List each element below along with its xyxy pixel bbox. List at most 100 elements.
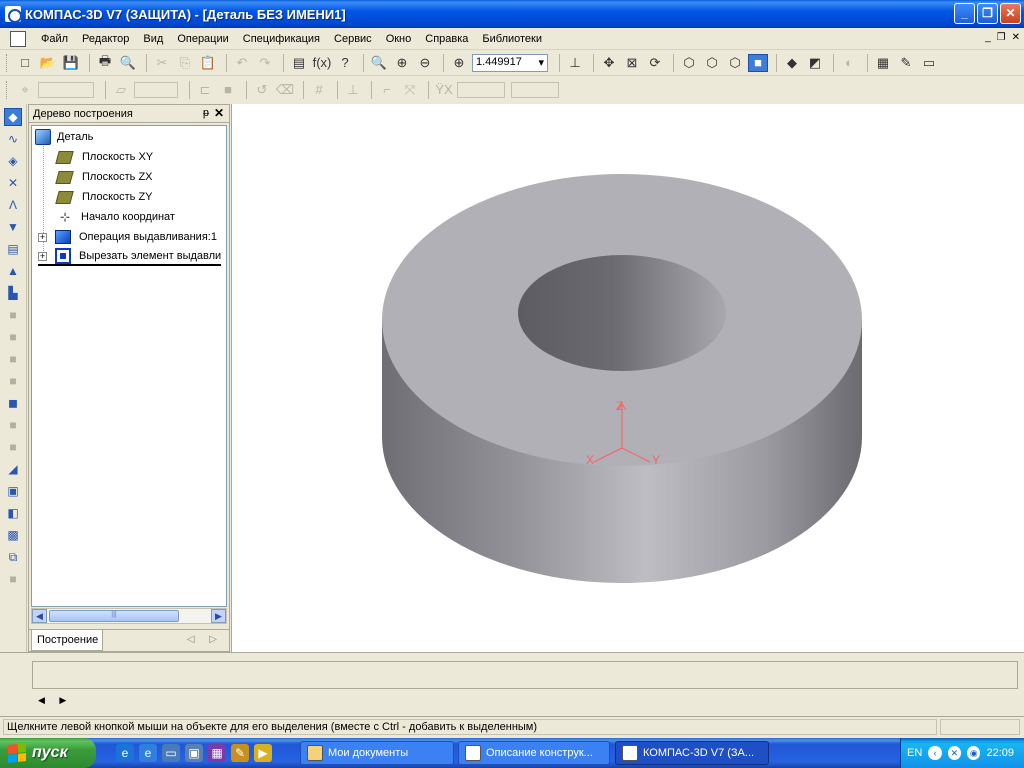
hidden-lines-icon[interactable]: ⬡ — [702, 54, 722, 72]
antivirus-icon[interactable]: ◉ — [967, 746, 981, 760]
thin-hidden-lines-icon[interactable]: ⬡ — [725, 54, 745, 72]
restore-button[interactable]: ❐ — [977, 3, 998, 24]
snap-point-icon[interactable]: ⌖ — [15, 81, 35, 99]
halftone-icon[interactable]: ■ — [748, 53, 768, 72]
ie-icon[interactable]: e — [116, 744, 134, 762]
tree-item-plane-zx[interactable]: Плоскость ZX — [55, 168, 153, 186]
tree-horizontal-scrollbar[interactable]: ◀ ||| ▶ — [31, 608, 227, 624]
tree-item-origin[interactable]: ⊹ Начало координат — [57, 208, 175, 226]
language-indicator[interactable]: EN — [907, 747, 922, 759]
perspective-icon[interactable]: ◆ — [782, 54, 802, 72]
measurements-icon[interactable]: Λ — [4, 196, 22, 214]
show-all-icon[interactable]: ⊠ — [622, 54, 642, 72]
variables-icon[interactable]: f(x) — [312, 54, 332, 72]
tree-item-cut-extrude[interactable]: + Вырезать элемент выдавли — [38, 248, 222, 266]
expand-icon[interactable]: + — [38, 251, 47, 261]
rotate-op-icon[interactable]: ■ — [4, 328, 22, 346]
mirror-icon[interactable]: ⧉ — [4, 548, 22, 566]
cut-part-icon[interactable]: ■ — [4, 570, 22, 588]
cut-icon[interactable]: ✂ — [152, 54, 172, 72]
doc-restore-button[interactable]: ❐ — [997, 32, 1006, 43]
shading-icon[interactable]: ◐ — [839, 54, 859, 72]
cut-extrude-op-icon[interactable]: ◼ — [4, 394, 22, 412]
menu-view[interactable]: Вид — [136, 33, 170, 45]
spatial-curves-icon[interactable]: ∿ — [4, 130, 22, 148]
cut-kinematic-op-icon[interactable]: ■ — [4, 438, 22, 456]
task-my-documents[interactable]: Мои документы — [300, 741, 454, 765]
network-icon[interactable]: ✕ — [947, 746, 962, 760]
paste-icon[interactable]: 📋 — [198, 54, 218, 72]
minimize-button[interactable]: _ — [954, 3, 975, 24]
help-pointer-icon[interactable]: ? — [335, 54, 355, 72]
zoom-in-icon[interactable]: ⊕ — [392, 54, 412, 72]
sheet-metal-icon[interactable]: ▲ — [4, 262, 22, 280]
tree-item-part[interactable]: Деталь — [35, 128, 93, 146]
doc-minimize-button[interactable]: _ — [985, 32, 991, 43]
round-icon[interactable]: ⌐ — [377, 81, 397, 99]
menu-specification[interactable]: Спецификация — [236, 33, 327, 45]
menu-editor[interactable]: Редактор — [75, 33, 136, 45]
surfaces-icon[interactable]: ◈ — [4, 152, 22, 170]
start-button[interactable]: пуск — [0, 738, 96, 768]
ie-icon[interactable]: e — [139, 744, 157, 762]
menu-libraries[interactable]: Библиотеки — [475, 33, 549, 45]
properties-icon[interactable]: ▦ — [873, 54, 893, 72]
section-view-icon[interactable]: ◩ — [805, 54, 825, 72]
coordinates-icon[interactable]: ŸX — [434, 81, 454, 99]
snap-icon[interactable]: ⤧ — [400, 81, 420, 99]
fill-icon[interactable]: ■ — [218, 81, 238, 99]
menu-operations[interactable]: Операции — [170, 33, 235, 45]
menu-service[interactable]: Сервис — [327, 33, 379, 45]
pan-icon[interactable]: ✥ — [599, 54, 619, 72]
close-button[interactable]: ✕ — [1000, 3, 1021, 24]
tree-item-plane-zy[interactable]: Плоскость ZY — [55, 188, 153, 206]
cut-rotate-op-icon[interactable]: ■ — [4, 416, 22, 434]
extrude-op-icon[interactable]: ■ — [4, 306, 22, 324]
property-nav-arrows[interactable]: ◀ ▶ — [38, 695, 72, 706]
menu-file[interactable]: Файл — [34, 33, 75, 45]
specification-icon[interactable]: ▤ — [4, 240, 22, 258]
new-document-icon[interactable]: □ — [15, 54, 35, 72]
loft-op-icon[interactable]: ■ — [4, 372, 22, 390]
filters-icon[interactable]: ▼ — [4, 218, 22, 236]
menu-window[interactable]: Окно — [379, 33, 419, 45]
desktop-icon[interactable]: ▭ — [162, 744, 180, 762]
fillet-icon[interactable]: ◢ — [4, 460, 22, 478]
manager-icon[interactable]: ▤ — [289, 54, 309, 72]
layer-icon[interactable]: ▱ — [111, 81, 131, 99]
ortho-icon[interactable]: ⊥ — [343, 81, 363, 99]
tool-icon[interactable]: ✎ — [231, 744, 249, 762]
wireframe-icon[interactable]: ⬡ — [679, 54, 699, 72]
tab-arrows[interactable]: ◁ ▷ — [187, 634, 223, 645]
chamfer-icon[interactable]: ▣ — [4, 482, 22, 500]
pin-icon[interactable]: ᵽ — [203, 107, 209, 119]
scroll-left-icon[interactable]: ◀ — [32, 609, 47, 623]
tab-build[interactable]: Построение — [31, 630, 103, 651]
zoom-scale-icon[interactable]: ⊕ — [449, 54, 469, 72]
copy-icon[interactable]: ⎘ — [175, 54, 195, 72]
orientation-icon[interactable]: ⊥ — [565, 54, 585, 72]
edit-part-icon[interactable]: ◆ — [4, 108, 22, 126]
redo-icon[interactable]: ↷ — [255, 54, 275, 72]
auxiliary-geometry-icon[interactable]: ✕ — [4, 174, 22, 192]
open-icon[interactable]: 📂 — [38, 54, 58, 72]
zoom-window-icon[interactable]: 🔍 — [369, 54, 389, 72]
model-viewport[interactable]: Z X Y — [231, 104, 1024, 652]
print-icon[interactable]: 🖶 — [95, 53, 115, 72]
kinematic-op-icon[interactable]: ■ — [4, 350, 22, 368]
tree-item-plane-xy[interactable]: Плоскость XY — [55, 148, 153, 166]
shell-icon[interactable]: ◧ — [4, 504, 22, 522]
tray-arrow-icon[interactable]: ‹ — [928, 746, 942, 760]
panel-icon[interactable]: ▭ — [919, 54, 939, 72]
explorer-icon[interactable]: ▣ — [185, 744, 203, 762]
tree-item-extrude[interactable]: + Операция выдавливания:1 — [38, 228, 217, 246]
array-icon[interactable]: ▩ — [4, 526, 22, 544]
task-description[interactable]: Описание конструк... — [458, 741, 610, 765]
scroll-right-icon[interactable]: ▶ — [211, 609, 226, 623]
toolbar-grip[interactable] — [6, 53, 9, 72]
library-icon[interactable]: ▙ — [4, 284, 22, 302]
scroll-thumb[interactable]: ||| — [49, 610, 179, 622]
undo-icon[interactable]: ↶ — [232, 54, 252, 72]
reduce-icon[interactable]: ↺ — [252, 81, 272, 99]
zoom-scale-field[interactable]: 1.449917 ▾ — [472, 53, 548, 72]
